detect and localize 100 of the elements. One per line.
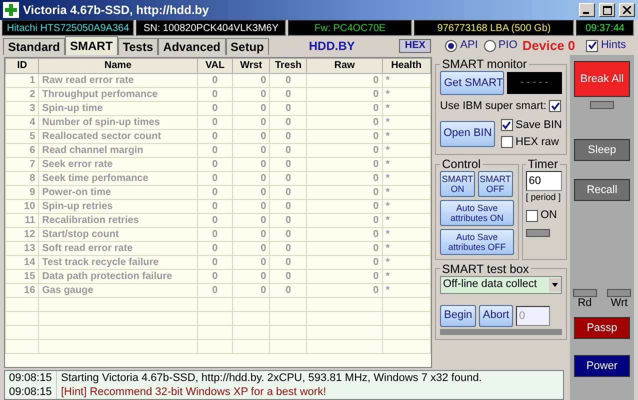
table-cell: 0 (306, 74, 382, 88)
column-header: Raw (306, 58, 382, 74)
abort-button[interactable]: Abort (478, 304, 514, 326)
table-cell: 0 (197, 88, 233, 102)
table-cell: 0 (197, 284, 233, 298)
table-cell: Raw read error rate (38, 74, 198, 88)
control-button[interactable]: Auto Save attributes ON (440, 200, 514, 226)
open-bin-button[interactable]: Open BIN (440, 120, 496, 146)
table-cell: 8 (6, 172, 39, 186)
tab[interactable]: Setup (226, 38, 269, 55)
radio-button[interactable] (484, 40, 496, 52)
status-indicator (526, 229, 550, 238)
table-cell: 0 (197, 158, 233, 172)
table-cell: Soft read error rate (38, 242, 198, 256)
table-cell: * (382, 158, 430, 172)
status-display: - - - - - (506, 72, 562, 94)
begin-button[interactable]: Begin (440, 304, 476, 326)
table-cell: Reallocated sector count (38, 130, 198, 144)
ibm-checkbox[interactable] (549, 100, 562, 112)
table-cell: 0 (197, 116, 233, 130)
table-cell: 1 (6, 74, 39, 88)
control-button[interactable]: SMART OFF (478, 171, 513, 197)
table-cell: 11 (6, 214, 39, 228)
ibm-label: Use IBM super smart: (440, 98, 546, 114)
table-cell: 0 (232, 102, 270, 116)
table-cell: 0 (306, 214, 382, 228)
table-cell: 0 (306, 158, 382, 172)
table-cell: 9 (6, 186, 39, 200)
table-cell: 0 (232, 214, 270, 228)
table-cell: * (382, 172, 430, 186)
hints-checkbox[interactable] (586, 40, 598, 52)
table-cell: 0 (270, 130, 307, 144)
table-cell: 0 (270, 158, 307, 172)
table-cell: 0 (270, 172, 307, 186)
activity-indicator (572, 289, 597, 297)
control-button[interactable]: SMART ON (440, 171, 475, 197)
checkbox[interactable] (500, 119, 513, 132)
table-cell: 0 (197, 200, 233, 214)
minimize-button[interactable] (579, 3, 595, 17)
table-cell: 0 (232, 270, 270, 284)
table-cell: Seek error rate (38, 158, 198, 172)
tab[interactable]: Advanced (158, 38, 226, 55)
table-cell: * (382, 242, 430, 256)
table-cell: 0 (232, 284, 270, 298)
table-cell: 0 (270, 102, 307, 116)
table-cell: 0 (270, 144, 307, 158)
table-cell: 0 (197, 74, 233, 88)
table-cell: * (382, 200, 430, 214)
recall-button[interactable]: Recall (574, 179, 630, 201)
hex-button[interactable]: HEX (398, 38, 432, 52)
close-button[interactable] (619, 3, 635, 17)
table-cell: 0 (270, 200, 307, 214)
table-cell: 0 (306, 284, 382, 298)
status-indicator (590, 101, 614, 109)
table-cell: 0 (197, 186, 233, 200)
radio-button[interactable] (445, 40, 458, 52)
table-cell: Start/stop count (38, 228, 198, 242)
checkbox[interactable] (500, 136, 513, 148)
table-cell: 0 (306, 256, 382, 270)
power-button[interactable]: Power (574, 355, 630, 377)
table-cell: Recalibration retries (38, 214, 198, 228)
get-smart-button[interactable]: Get SMART (440, 71, 504, 95)
device-label: Device 0 (522, 36, 576, 55)
activity-indicator (607, 289, 632, 297)
table-cell: 0 (232, 242, 270, 256)
table-cell: * (382, 88, 430, 102)
sleep-button[interactable]: Sleep (574, 139, 630, 161)
table-cell: 15 (6, 270, 39, 284)
table-cell: 0 (270, 214, 307, 228)
tab[interactable]: Tests (118, 38, 158, 55)
table-cell: 7 (6, 158, 39, 172)
table-cell: * (382, 228, 430, 242)
checkbox-label: HEX raw (516, 134, 559, 150)
table-cell: 0 (197, 172, 233, 186)
hints-label: Hints (600, 38, 626, 54)
table-cell: 0 (232, 186, 270, 200)
break-all-button[interactable]: Break All (574, 61, 630, 97)
maximize-button[interactable] (599, 3, 615, 17)
table-cell: 3 (6, 102, 39, 116)
table-cell: 6 (6, 144, 39, 158)
column-header: ID (6, 58, 39, 74)
column-header: VAL (197, 58, 233, 74)
table-cell: * (382, 116, 430, 130)
table-cell: * (382, 270, 430, 284)
control-button[interactable]: Auto Save attributes OFF (440, 228, 514, 254)
checkbox-label: Save BIN (516, 118, 562, 133)
table-cell: 0 (270, 242, 307, 256)
table-cell: 0 (197, 242, 233, 256)
table-cell: Spin-up time (38, 102, 198, 116)
maximize-icon (602, 6, 612, 14)
table-cell: Data path protection failure (38, 270, 198, 284)
passp-button[interactable]: Passp (574, 317, 630, 339)
group-title: Control (441, 157, 482, 171)
timer-field[interactable]: 60 (526, 171, 562, 191)
tab[interactable]: Standard (3, 38, 66, 55)
tab[interactable]: SMART (65, 36, 118, 55)
timer-checkbox[interactable] (526, 210, 538, 222)
table-cell: 0 (232, 228, 270, 242)
test-type-dropdown[interactable]: Off-line data collect (440, 276, 562, 294)
table-cell: 0 (306, 270, 382, 284)
